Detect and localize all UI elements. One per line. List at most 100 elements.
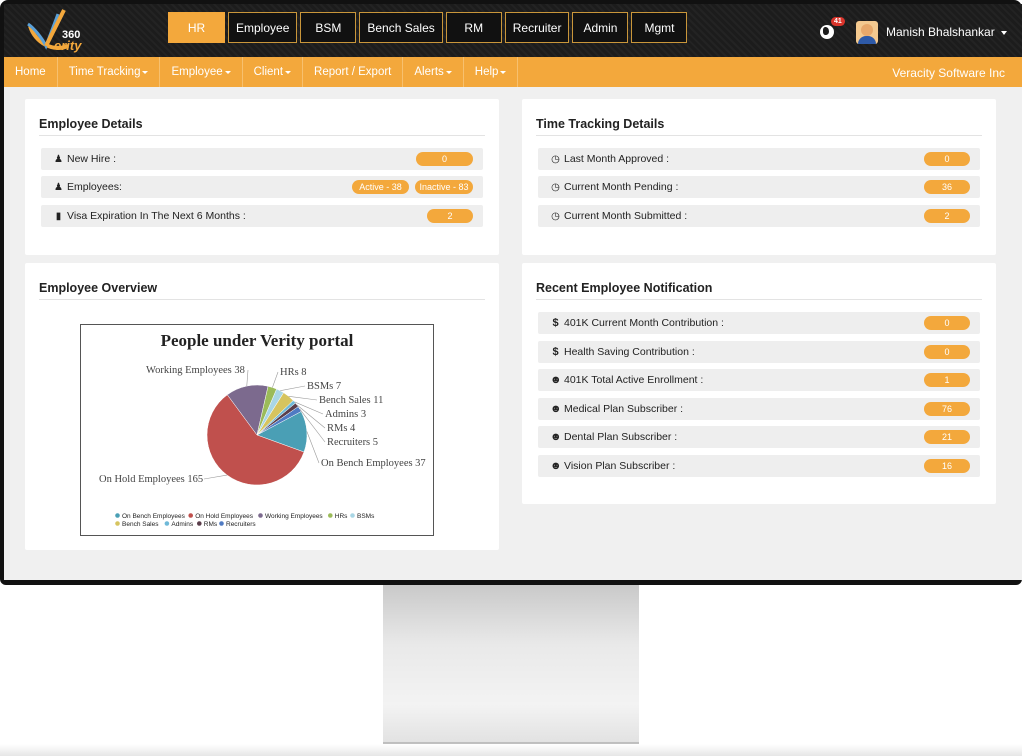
active-employees-badge[interactable]: Active - 38 — [352, 180, 409, 194]
notification-row[interactable]: ☻ Vision Plan Subscriber : 16 — [538, 455, 980, 477]
module-tab-bsm[interactable]: BSM — [300, 12, 357, 43]
chart-title: People under Verity portal — [161, 331, 354, 350]
legend-label[interactable]: Recruiters — [226, 521, 256, 528]
user-menu[interactable]: Manish Bhalshankar — [886, 25, 1007, 39]
last-month-approved-row[interactable]: ◷ Last Month Approved : 0 — [538, 148, 980, 170]
employees-label: Employees: — [67, 181, 122, 193]
new-hire-row[interactable]: ♟ New Hire : 0 — [41, 148, 483, 170]
legend-swatch — [188, 513, 193, 518]
current-month-submitted-row[interactable]: ◷ Current Month Submitted : 2 — [538, 205, 980, 227]
legend-label[interactable]: Bench Sales — [122, 521, 159, 528]
menu-item-home[interactable]: Home — [4, 57, 58, 87]
chevron-down-icon — [142, 70, 149, 74]
leader-line — [246, 369, 249, 387]
legend-swatch — [219, 521, 224, 526]
module-tab-hr[interactable]: HR — [168, 12, 225, 43]
notification-row[interactable]: ☻ 401K Total Active Enrollment : 1 — [538, 369, 980, 391]
verity-logo[interactable]: 360 erity — [24, 8, 102, 54]
legend-label[interactable]: HRs — [335, 513, 348, 520]
menu-item-report-export[interactable]: Report / Export — [303, 57, 404, 87]
visa-expiration-label: Visa Expiration In The Next 6 Months : — [67, 210, 246, 222]
divider — [536, 135, 982, 136]
pie-slice-label: On Bench Employees 37 — [321, 458, 426, 469]
avatar[interactable] — [856, 21, 878, 44]
legend-swatch — [115, 521, 120, 526]
panel-title: Recent Employee Notification — [536, 281, 713, 295]
screen: 360 erity HR Employee BSM Bench Sales RM… — [4, 4, 1022, 580]
notification-label: 401K Current Month Contribution : — [564, 317, 724, 329]
notification-count: 0 — [924, 345, 970, 359]
dollar-icon: $ — [552, 346, 559, 358]
dollar-icon: $ — [552, 317, 559, 329]
users-icon: ☻ — [550, 431, 562, 443]
visa-expiration-row[interactable]: ▮ Visa Expiration In The Next 6 Months :… — [41, 205, 483, 227]
notification-count: 1 — [924, 373, 970, 387]
pie-slice-label: Bench Sales 11 — [319, 395, 383, 406]
module-tab-rm[interactable]: RM — [445, 12, 502, 43]
notification-count: 16 — [924, 459, 970, 473]
module-tab-admin[interactable]: Admin — [572, 12, 629, 43]
notification-row[interactable]: $401K Current Month Contribution : 0 — [538, 312, 980, 334]
module-tab-recruiter[interactable]: Recruiter — [504, 12, 570, 43]
legend-swatch — [197, 521, 202, 526]
menu-item-label: Employee — [171, 66, 223, 78]
legend-label[interactable]: On Bench Employees — [122, 513, 186, 520]
module-tabs: HR Employee BSM Bench Sales RM Recruiter… — [168, 12, 688, 43]
module-tab-employee[interactable]: Employee — [228, 12, 298, 43]
menu-item-help[interactable]: Help — [464, 57, 519, 87]
menu-item-client[interactable]: Client — [243, 57, 304, 87]
pie-slice-label: BSMs 7 — [307, 381, 341, 392]
pie-slice-label: Working Employees 38 — [146, 365, 245, 376]
clock-icon: ◷ — [551, 153, 560, 165]
main-menu: Home Time Tracking Employee Client Repor… — [4, 57, 519, 87]
desk-shadow — [0, 744, 1022, 756]
row-count: 2 — [924, 209, 970, 223]
menu-item-label: Home — [15, 66, 46, 78]
top-navbar: 360 erity HR Employee BSM Bench Sales RM… — [4, 4, 1022, 57]
current-month-pending-row[interactable]: ◷ Current Month Pending : 36 — [538, 176, 980, 198]
menu-item-employee[interactable]: Employee — [160, 57, 243, 87]
legend-label[interactable]: Working Employees — [265, 513, 323, 520]
notification-row[interactable]: ☻ Dental Plan Subscriber : 21 — [538, 426, 980, 448]
new-hire-label: New Hire : — [67, 153, 117, 165]
menu-item-alerts[interactable]: Alerts — [403, 57, 464, 87]
clock-icon: ◷ — [551, 181, 560, 193]
notification-label: Medical Plan Subscriber : — [564, 403, 684, 415]
pie-slice-label: Admins 3 — [325, 409, 366, 420]
inactive-employees-badge[interactable]: Inactive - 83 — [415, 180, 473, 194]
menu-item-time-tracking[interactable]: Time Tracking — [58, 57, 161, 87]
recent-notification-panel: Recent Employee Notification $401K Curre… — [522, 263, 996, 504]
legend-swatch — [164, 521, 170, 526]
leader-line — [203, 474, 228, 480]
people-pie-chart: People under Verity portal On Bench Emplo… — [80, 324, 434, 536]
user-icon: ♟ — [54, 181, 63, 193]
legend-swatch — [258, 513, 263, 518]
notification-row[interactable]: $ Health Saving Contribution : 0 — [538, 341, 980, 363]
module-tab-bench-sales[interactable]: Bench Sales — [359, 12, 443, 43]
legend-swatch — [115, 513, 120, 518]
menu-item-label: Time Tracking — [68, 66, 141, 78]
row-label: Current Month Submitted : — [564, 210, 688, 222]
employee-details-panel: Employee Details ♟ New Hire : 0 ♟ Employ… — [25, 99, 499, 255]
monitor-frame: 360 erity HR Employee BSM Bench Sales RM… — [0, 0, 1022, 585]
pie-slice-label: HRs 8 — [280, 367, 307, 378]
row-label: Last Month Approved : — [564, 153, 670, 165]
chevron-down-icon — [224, 70, 231, 74]
globe-icon[interactable] — [820, 25, 834, 39]
legend-label[interactable]: BSMs — [357, 513, 375, 520]
module-tab-mgmt[interactable]: Mgmt — [631, 12, 688, 43]
menu-item-label: Report / Export — [314, 66, 392, 78]
menu-item-label: Help — [474, 66, 499, 78]
row-label: Current Month Pending : — [564, 181, 679, 193]
chevron-down-icon — [500, 70, 507, 74]
notification-count: 21 — [924, 430, 970, 444]
notification-count: 0 — [924, 316, 970, 330]
notification-row[interactable]: ☻ Medical Plan Subscriber : 76 — [538, 398, 980, 420]
users-icon: ☻ — [550, 403, 562, 415]
legend-label[interactable]: Admins — [171, 521, 193, 528]
pie-slice-label: On Hold Employees 165 — [99, 474, 203, 485]
pie-chart-svg: People under Verity portal On Bench Emplo… — [99, 331, 426, 528]
legend-label[interactable]: On Hold Employees — [195, 513, 254, 520]
pie-slice-label: Recruiters 5 — [327, 437, 378, 448]
legend-label[interactable]: RMs — [204, 521, 218, 528]
